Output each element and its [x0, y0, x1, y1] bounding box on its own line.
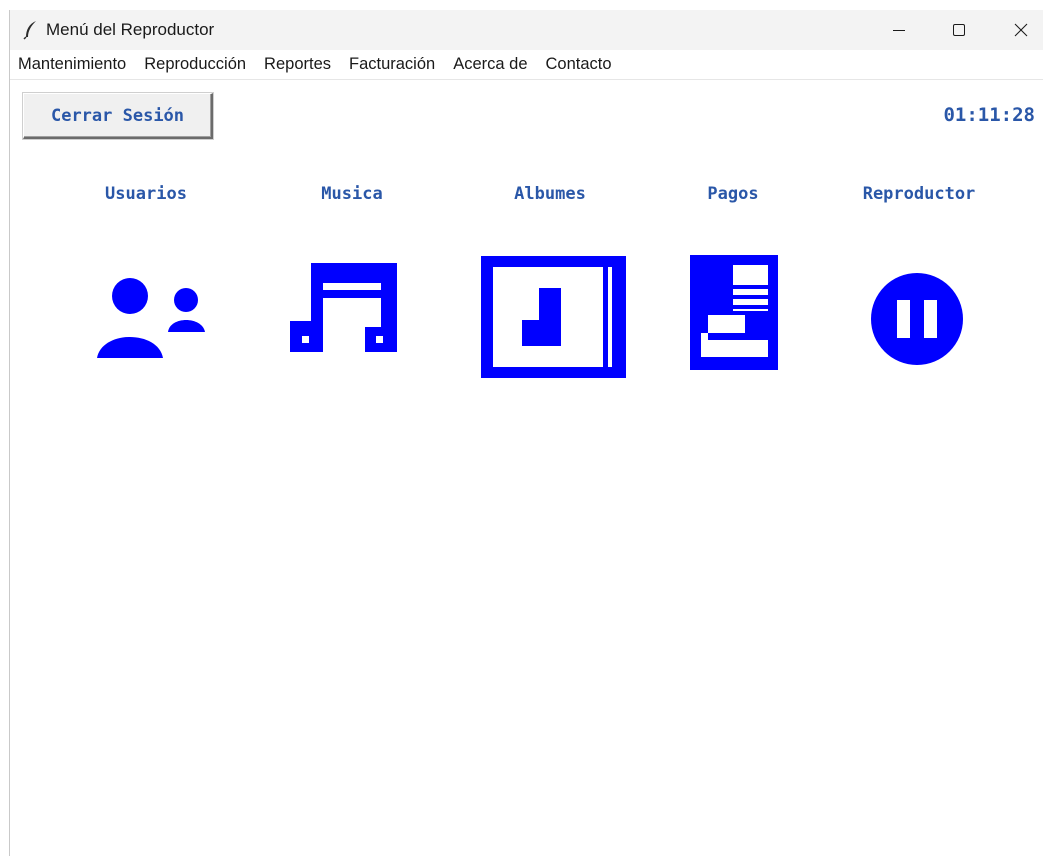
close-button[interactable]	[992, 10, 1043, 50]
menu-contacto[interactable]: Contacto	[546, 55, 612, 74]
nav-label-albumes[interactable]: Albumes	[514, 184, 586, 204]
window-title: Menú del Reproductor	[46, 20, 215, 39]
users-icon[interactable]	[96, 276, 208, 360]
menu-mantenimiento[interactable]: Mantenimiento	[18, 55, 126, 74]
minimize-icon	[893, 30, 905, 31]
title-bar[interactable]: Menú del Reproductor	[10, 10, 1043, 50]
menu-bar: Mantenimiento Reproducción Reportes Fact…	[10, 50, 1043, 80]
clock-display: 01:11:28	[943, 104, 1035, 126]
nav-label-musica[interactable]: Musica	[321, 184, 382, 204]
feather-app-icon	[23, 21, 36, 40]
menu-reportes[interactable]: Reportes	[264, 55, 331, 74]
menu-facturacion[interactable]: Facturación	[349, 55, 435, 74]
menu-reproduccion[interactable]: Reproducción	[144, 55, 246, 74]
nav-label-usuarios[interactable]: Usuarios	[105, 184, 187, 204]
menu-acerca-de[interactable]: Acerca de	[453, 55, 527, 74]
app-window: Menú del Reproductor Mantenimiento Repro…	[9, 10, 1043, 856]
music-note-icon[interactable]	[290, 263, 398, 352]
desktop-background-strip	[0, 0, 1043, 10]
pause-circle-icon[interactable]	[870, 272, 964, 366]
minimize-button[interactable]	[870, 10, 928, 50]
close-icon	[1014, 23, 1028, 37]
maximize-icon	[953, 24, 965, 36]
maximize-button[interactable]	[930, 10, 988, 50]
nav-label-reproductor[interactable]: Reproductor	[863, 184, 976, 204]
album-icon[interactable]	[481, 256, 626, 378]
payment-icon[interactable]	[690, 255, 778, 370]
logout-button[interactable]: Cerrar Sesión	[23, 93, 213, 139]
nav-label-pagos[interactable]: Pagos	[707, 184, 758, 204]
